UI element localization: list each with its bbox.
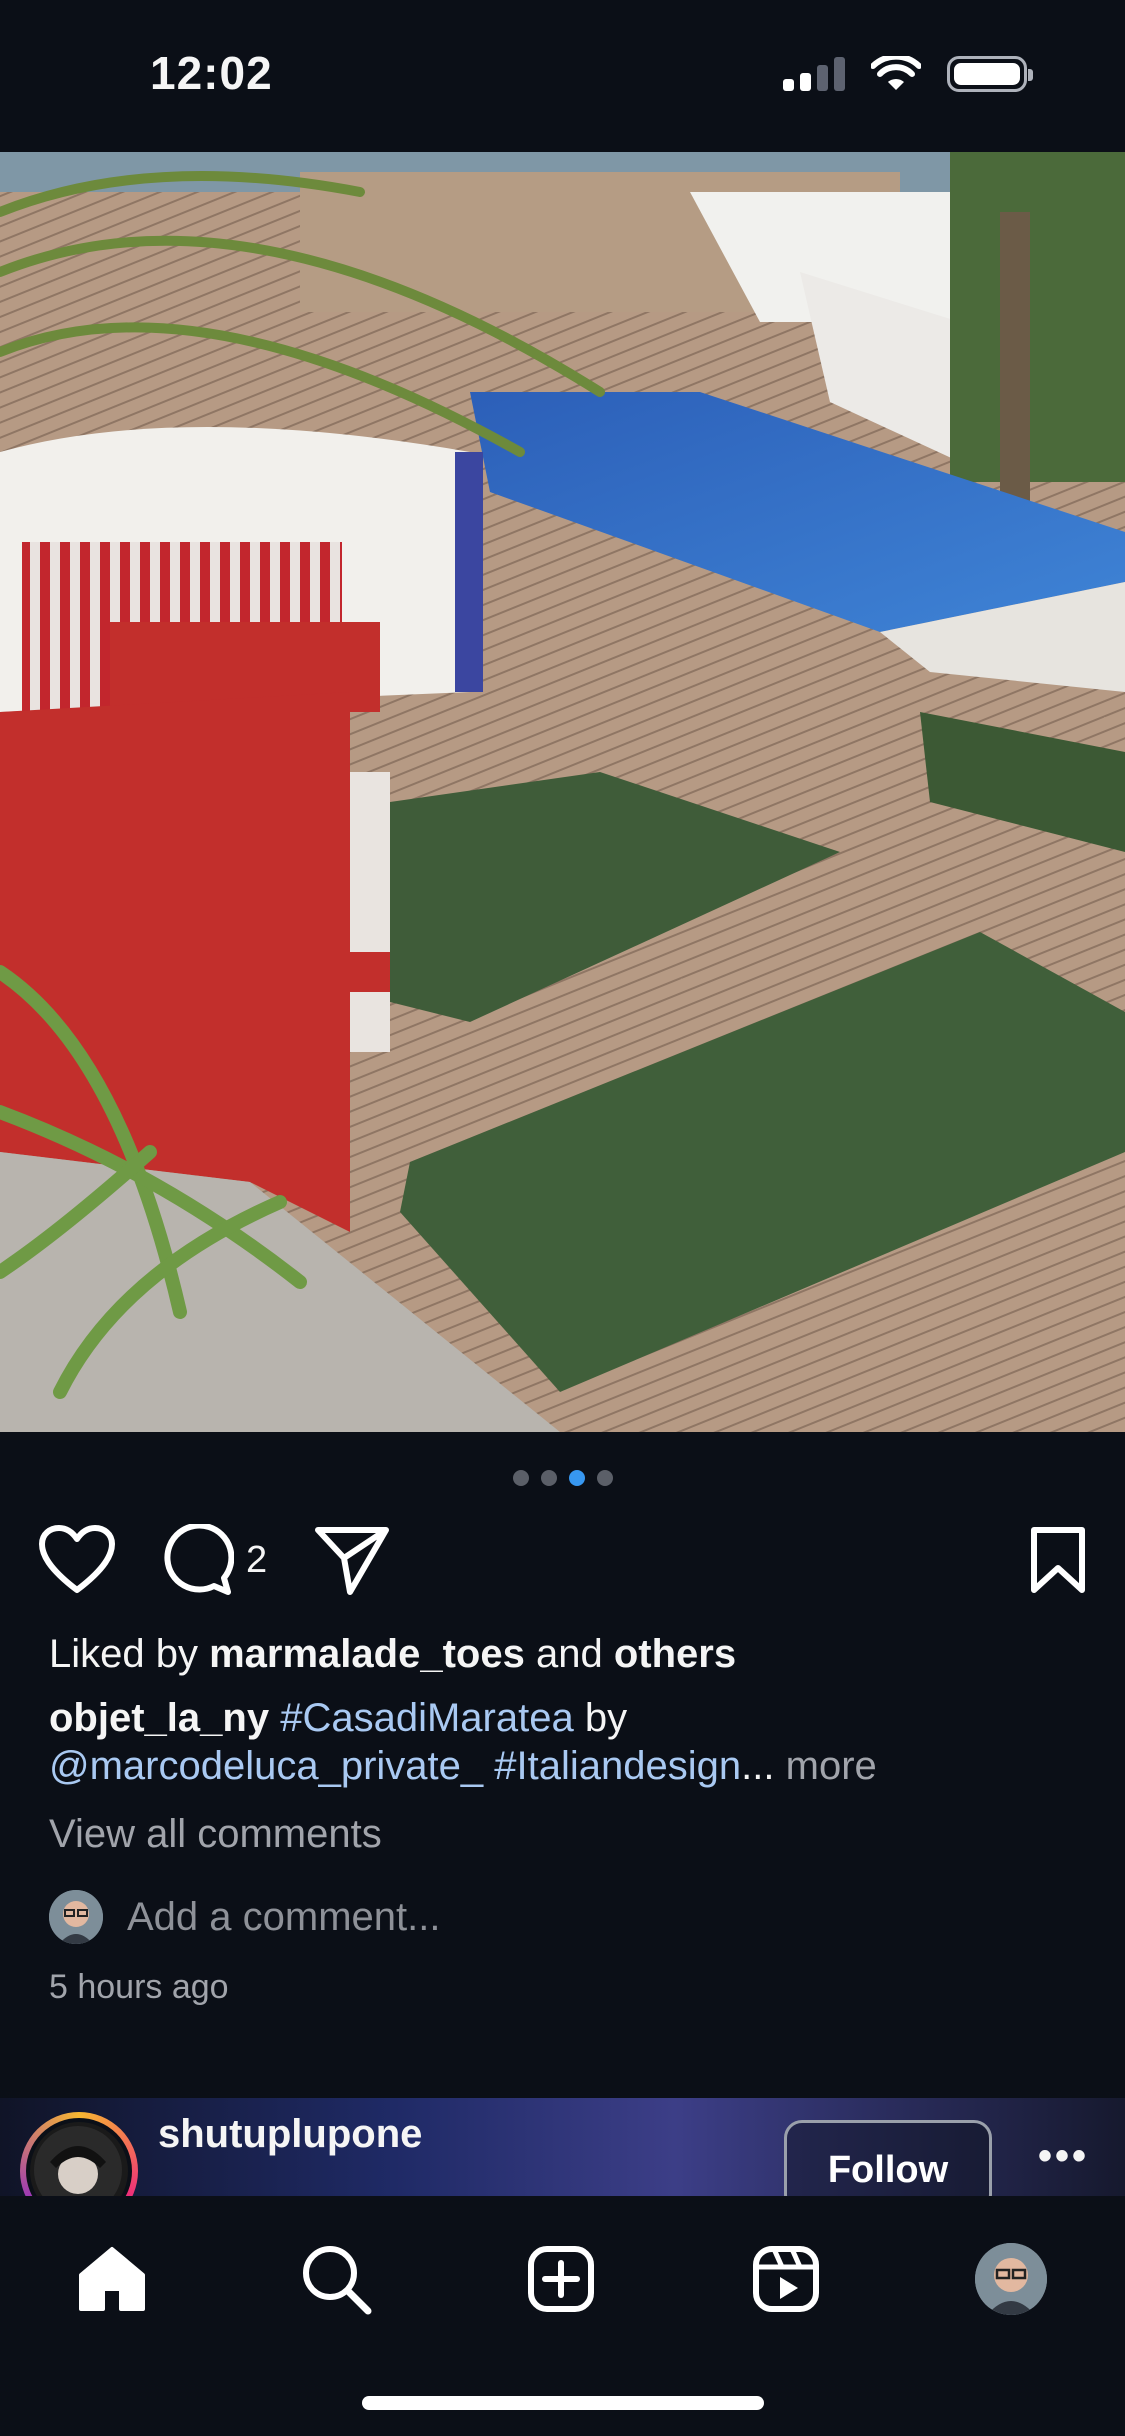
caption-mention[interactable]: @marcodeluca_private_ (49, 1744, 483, 1788)
post-caption: objet_la_ny #CasadiMaratea by @marcodelu… (49, 1694, 1089, 1790)
post-timestamp: 5 hours ago (49, 1968, 229, 2006)
add-post-icon (528, 2246, 594, 2312)
status-bar: 12:02 (0, 0, 1125, 152)
liked-prefix: Liked by (49, 1632, 210, 1676)
avatar (26, 2118, 132, 2196)
status-time: 12:02 (150, 47, 273, 99)
caption-username[interactable]: objet_la_ny (49, 1696, 269, 1740)
liked-and: and (524, 1632, 614, 1676)
carousel-dot (540, 1470, 557, 1486)
caption-text-by: by (584, 1696, 628, 1740)
cellular-signal-icon (783, 57, 845, 91)
post-image[interactable] (0, 152, 1125, 1432)
tab-search[interactable] (291, 2234, 381, 2324)
more-options-icon[interactable]: ••• (1038, 2134, 1089, 2179)
status-icons (783, 56, 1033, 92)
next-post-header: shutuplupone Follow ••• (0, 2098, 1125, 2196)
home-icon (79, 2247, 145, 2311)
view-all-comments-link[interactable]: View all comments (49, 1812, 382, 1857)
tab-create[interactable] (516, 2234, 606, 2324)
villa-garden-photo (0, 152, 1125, 1432)
bookmark-icon (1031, 1527, 1085, 1593)
reels-icon (753, 2246, 819, 2312)
liked-user-link[interactable]: marmalade_toes (209, 1632, 525, 1676)
carousel-dot (512, 1470, 529, 1486)
like-button[interactable] (38, 1520, 116, 1600)
save-button[interactable] (1029, 1520, 1087, 1600)
battery-icon (947, 56, 1033, 92)
caption-hashtag[interactable]: #Italiandesign (494, 1744, 741, 1788)
profile-avatar (975, 2243, 1047, 2315)
comment-icon (164, 1524, 234, 1595)
avatar (49, 1890, 103, 1944)
post-actions: 2 (38, 1520, 1087, 1600)
home-indicator (362, 2396, 764, 2410)
comment-count: 2 (246, 1538, 268, 1581)
carousel-dot-active (568, 1470, 585, 1486)
carousel-indicator (0, 1470, 1125, 1486)
liked-others-link[interactable]: others (614, 1632, 736, 1676)
tab-reels[interactable] (741, 2234, 831, 2324)
carousel-dot (596, 1470, 613, 1486)
wifi-icon (871, 56, 921, 90)
tab-home[interactable] (67, 2234, 157, 2324)
follow-button[interactable]: Follow (784, 2120, 992, 2196)
caption-hashtag[interactable]: #CasadiMaratea (280, 1696, 574, 1740)
tab-profile[interactable] (966, 2234, 1056, 2324)
send-icon (315, 1527, 389, 1595)
search-icon (303, 2246, 372, 2315)
add-comment-input[interactable]: Add a comment... (127, 1895, 440, 1940)
share-button[interactable] (314, 1520, 390, 1600)
liked-by: Liked by marmalade_toes and others (49, 1632, 736, 1677)
avatar-story-ring[interactable] (20, 2112, 138, 2196)
caption-ellipsis: ... (741, 1744, 775, 1788)
caption-more-link[interactable]: more (786, 1744, 877, 1788)
add-comment-row[interactable]: Add a comment... (49, 1890, 440, 1944)
next-post-username[interactable]: shutuplupone (158, 2112, 422, 2157)
heart-icon (39, 1525, 115, 1593)
comment-button[interactable]: 2 (162, 1520, 267, 1600)
